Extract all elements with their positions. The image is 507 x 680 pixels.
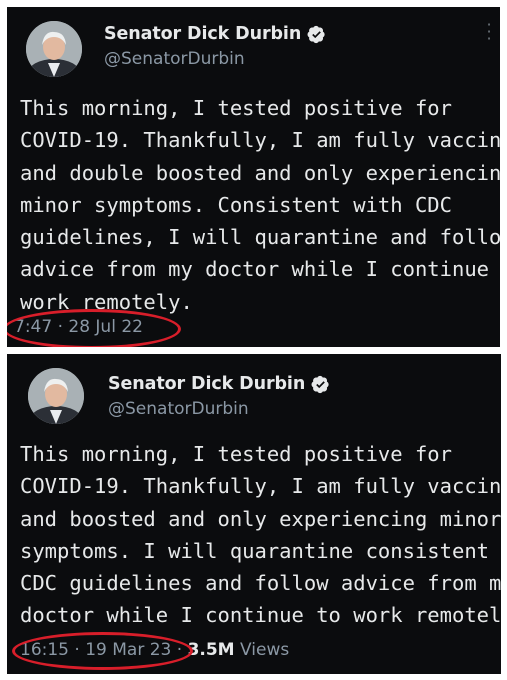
name-row: Senator Dick Durbin (104, 24, 326, 44)
tweet-card-1: Senator Dick Durbin @SenatorDurbin · · · T… (7, 7, 500, 347)
more-vertical-icon[interactable]: · · · (484, 17, 494, 47)
verified-badge-icon (307, 25, 325, 43)
display-name[interactable]: Senator Dick Durbin (108, 374, 305, 394)
views-count: 3.5M (187, 640, 235, 660)
tweet-text: This morning, I tested positive for COVI… (20, 96, 500, 314)
handle[interactable]: @SenatorDurbin (108, 399, 249, 419)
tweet-timestamp[interactable]: 16:15 · 19 Mar 23 · (20, 640, 182, 660)
tweet-card-2: Senator Dick Durbin @SenatorDurbin This … (7, 354, 501, 674)
avatar[interactable] (26, 21, 82, 77)
avatar[interactable] (28, 368, 84, 424)
tweet-timestamp[interactable]: 7:47 · 28 Jul 22 (14, 317, 143, 337)
verified-badge-icon (311, 375, 329, 393)
views-label: Views (240, 640, 290, 660)
handle[interactable]: @SenatorDurbin (104, 49, 245, 69)
tweet-meta: 16:15 · 19 Mar 23 · 3.5M Views (20, 640, 289, 660)
name-row: Senator Dick Durbin (108, 374, 330, 394)
tweet-text: This morning, I tested positive for COVI… (20, 442, 501, 628)
display-name[interactable]: Senator Dick Durbin (104, 24, 301, 44)
